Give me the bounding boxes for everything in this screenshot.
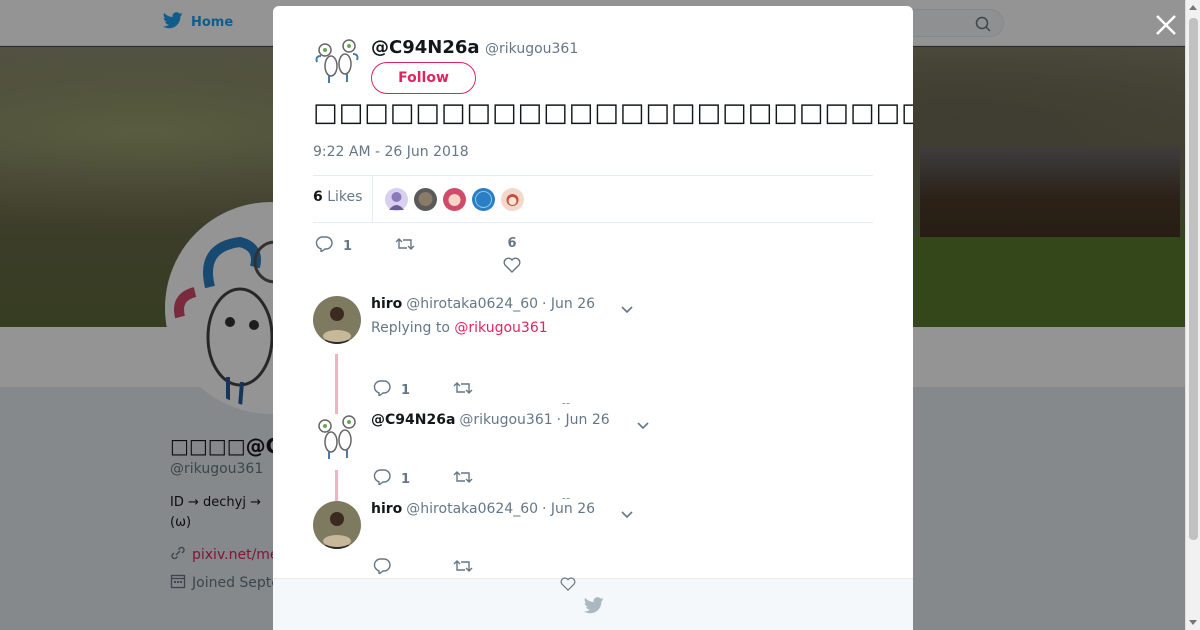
retweet-icon bbox=[395, 236, 415, 256]
tweet-actions: 1 6 bbox=[313, 234, 873, 284]
reply-tweet[interactable]: hiro @hirotaka0624_60 · Jun 26 Replying to… bbox=[313, 296, 873, 414]
reply-icon bbox=[373, 469, 391, 489]
thread-line bbox=[335, 470, 338, 504]
liker-avatar[interactable] bbox=[385, 188, 408, 211]
reply-date[interactable]: · Jun 26 bbox=[542, 501, 595, 517]
likes-count[interactable]: 6 Likes bbox=[313, 189, 362, 205]
reply-count: 1 bbox=[401, 382, 411, 398]
reply-tweet[interactable]: @C94N26a @rikugou361 · Jun 26 1 bbox=[313, 412, 873, 504]
reply-author[interactable]: hiro @hirotaka0624_60 · Jun 26 bbox=[371, 501, 595, 517]
tweet-author-handle[interactable]: @rikugou361 bbox=[485, 41, 578, 57]
likes-count-number: 6 bbox=[313, 189, 323, 205]
chevron-down-icon[interactable] bbox=[637, 416, 649, 430]
reply-avatar[interactable] bbox=[313, 412, 361, 460]
follow-button[interactable]: Follow bbox=[371, 62, 476, 94]
reply-author-name: hiro bbox=[371, 296, 403, 312]
reply-count: 1 bbox=[401, 471, 411, 487]
tweet-timestamp[interactable]: 9:22 AM - 26 Jun 2018 bbox=[313, 144, 469, 160]
reply-author-handle: @rikugou361 bbox=[459, 412, 553, 428]
heart-icon[interactable] bbox=[560, 398, 572, 404]
likes-row: 6 Likes bbox=[313, 175, 873, 223]
scroll-down-arrow[interactable] bbox=[1189, 620, 1197, 625]
retweet-icon bbox=[453, 469, 473, 489]
thread-line bbox=[335, 354, 338, 414]
reply-author[interactable]: @C94N26a @rikugou361 · Jun 26 bbox=[371, 412, 610, 428]
twitter-bird-icon bbox=[583, 597, 604, 618]
reply-icon bbox=[315, 236, 333, 256]
like-action[interactable]: 6 bbox=[503, 236, 521, 277]
tweet-author-avatar[interactable] bbox=[313, 36, 361, 84]
likes-count-label: Likes bbox=[327, 189, 363, 205]
scrollbar-thumb[interactable] bbox=[1189, 18, 1198, 540]
heart-icon[interactable] bbox=[560, 576, 576, 592]
retweet-icon bbox=[453, 558, 473, 578]
reply-author-handle: @hirotaka0624_60 bbox=[406, 501, 539, 517]
reply-action[interactable]: 1 bbox=[315, 236, 352, 256]
chevron-down-icon[interactable] bbox=[621, 300, 633, 314]
liker-avatar[interactable] bbox=[472, 188, 495, 211]
reply-author-handle: @hirotaka0624_60 bbox=[406, 296, 539, 312]
liker-avatar[interactable] bbox=[501, 188, 524, 211]
replying-to-prefix: Replying to bbox=[371, 320, 450, 336]
close-icon[interactable] bbox=[1153, 12, 1179, 38]
reply-action[interactable]: 1 bbox=[373, 469, 410, 489]
reply-author-name: @C94N26a bbox=[371, 412, 456, 428]
reply-date[interactable]: · Jun 26 bbox=[542, 296, 595, 312]
retweet-action[interactable] bbox=[395, 236, 415, 256]
page-scrollbar[interactable] bbox=[1185, 0, 1200, 630]
replying-to-handle[interactable]: @rikugou361 bbox=[454, 320, 547, 336]
reply-action[interactable] bbox=[373, 558, 391, 578]
heart-icon bbox=[503, 257, 521, 277]
reply-author-name: hiro bbox=[371, 501, 403, 517]
reply-icon bbox=[373, 558, 391, 578]
retweet-action[interactable] bbox=[453, 469, 473, 489]
reply-action[interactable]: 1 bbox=[373, 380, 410, 400]
tweet-modal: @C94N26a @rikugou361 Follow □□□□□□□□□□□□… bbox=[273, 6, 913, 630]
reply-count: 1 bbox=[343, 238, 353, 254]
reply-avatar[interactable] bbox=[313, 296, 361, 344]
replying-to: Replying to @rikugou361 bbox=[371, 320, 548, 336]
reply-icon bbox=[373, 380, 391, 400]
heart-icon[interactable] bbox=[560, 493, 572, 499]
retweet-action[interactable] bbox=[453, 558, 473, 578]
modal-footer bbox=[273, 578, 913, 630]
chevron-down-icon[interactable] bbox=[621, 505, 633, 519]
reply-author[interactable]: hiro @hirotaka0624_60 · Jun 26 bbox=[371, 296, 595, 312]
liker-avatar[interactable] bbox=[443, 188, 466, 211]
reply-avatar[interactable] bbox=[313, 501, 361, 549]
liker-avatar[interactable] bbox=[414, 188, 437, 211]
tweet-author-name[interactable]: @C94N26a bbox=[371, 37, 480, 58]
reply-date[interactable]: · Jun 26 bbox=[557, 412, 610, 428]
retweet-icon bbox=[453, 380, 473, 400]
scroll-up-arrow[interactable] bbox=[1189, 5, 1197, 10]
retweet-action[interactable] bbox=[453, 380, 473, 400]
tweet-text: □□□□□□□□□□□□□□□□□□□□□□□□□□□□□ bbox=[313, 98, 913, 128]
like-count: 6 bbox=[507, 236, 517, 251]
